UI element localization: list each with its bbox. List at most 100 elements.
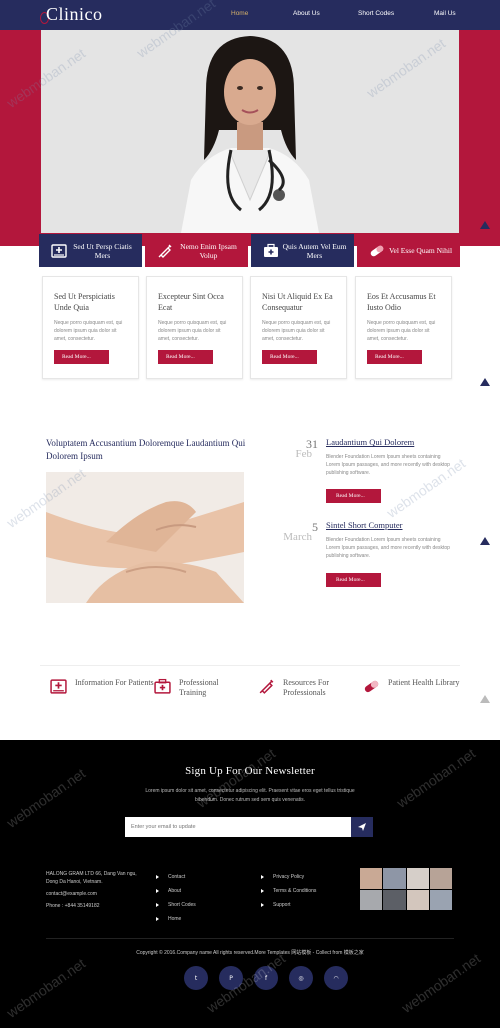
gallery-thumb[interactable] — [383, 868, 406, 889]
footer-link[interactable]: Terms & Conditions — [261, 884, 316, 898]
twitter-icon[interactable]: t — [184, 966, 208, 990]
service-card: Sed Ut Perspiciatis Unde Quia Neque porr… — [42, 276, 139, 379]
footer-link[interactable]: Support — [261, 898, 316, 912]
gallery-thumb[interactable] — [429, 889, 452, 910]
resource-item[interactable]: Patient Health Library — [363, 678, 460, 695]
gallery-thumb[interactable] — [383, 889, 406, 910]
event-desc: Blender Foundation Lorem Ipsum sheets co… — [326, 454, 450, 476]
gallery-thumb[interactable] — [406, 889, 429, 910]
arrow-right-icon — [261, 903, 264, 907]
read-more-button[interactable]: Read More... — [326, 573, 381, 587]
footer-links-col1: Contact About Short Codes Home — [156, 870, 196, 926]
arrow-right-icon — [156, 917, 159, 921]
gallery-thumb[interactable] — [360, 868, 383, 889]
address-line: HALONG GRAM LTD 66, Dang Van ngu, Dong D… — [46, 871, 137, 885]
footer-link[interactable]: Contact — [156, 870, 196, 884]
read-more-button[interactable]: Read More... — [326, 489, 381, 503]
feature-label: Sed Ut Persp Ciatis Mers — [73, 241, 132, 260]
feature-label: Quis Autem Vel Eum Mers — [282, 241, 347, 260]
scroll-top-icon[interactable] — [480, 221, 490, 229]
read-more-button[interactable]: Read More... — [158, 350, 213, 364]
event-title[interactable]: Sintel Short Computer — [326, 520, 403, 530]
event-month: March — [283, 531, 312, 543]
arrow-right-icon — [156, 889, 159, 893]
newsletter-email-input[interactable] — [125, 817, 351, 837]
dribbble-icon[interactable]: ◎ — [289, 966, 313, 990]
arrow-right-icon — [261, 889, 264, 893]
resource-label: Patient Health Library — [388, 678, 460, 687]
arrow-right-icon — [156, 875, 159, 879]
feature-label: Vel Esse Quam Nihil — [388, 246, 453, 255]
nav-short-codes[interactable]: Short Codes — [358, 10, 394, 17]
scroll-top-icon[interactable] — [480, 695, 490, 703]
nav-mail-us[interactable]: Mail Us — [434, 10, 456, 17]
pinterest-icon[interactable]: P — [219, 966, 243, 990]
nav-about-us[interactable]: About Us — [293, 10, 320, 17]
footer-link[interactable]: Privacy Policy — [261, 870, 316, 884]
event-desc: Blender Foundation Lorem Ipsum sheets co… — [326, 537, 450, 559]
card-title: Nisi Ut Aliquid Ex Ea Consequatur — [262, 292, 333, 312]
card-title: Excepteur Sint Occa Ecat — [158, 292, 224, 312]
card-title: Eos Et Accusamus Et Iusto Odio — [367, 292, 436, 312]
footer-divider — [46, 938, 454, 939]
resource-item[interactable]: Information For Patients — [50, 678, 155, 695]
gallery-thumb[interactable] — [406, 868, 429, 889]
newsletter-submit-button[interactable] — [351, 817, 373, 837]
service-card: Eos Et Accusamus Et Iusto Odio Neque por… — [355, 276, 452, 379]
about-title: Voluptatem Accusantium Doloremque Laudan… — [46, 438, 246, 461]
footer: Sign Up For Our Newsletter Lorem ipsum d… — [0, 740, 500, 1028]
top-header: Clinico Home About Us Short Codes Mail U… — [0, 0, 500, 30]
service-card: Excepteur Sint Occa Ecat Neque porro qui… — [146, 276, 243, 379]
medical-kit-icon — [264, 243, 278, 257]
read-more-button[interactable]: Read More... — [367, 350, 422, 364]
resource-label: Resources For Professionals — [283, 678, 329, 697]
read-more-button[interactable]: Read More... — [54, 350, 109, 364]
card-desc: Neque porro quisquam est, qui dolorem ip… — [367, 320, 436, 342]
resources-strip: Information For Patients Professional Tr… — [40, 665, 460, 707]
newsletter-desc: Lorem ipsum dolor sit amet, consectetur … — [145, 788, 355, 803]
event-month: Feb — [295, 448, 313, 460]
send-icon — [358, 823, 366, 831]
feature-box-1[interactable]: Sed Ut Persp Ciatis Mers — [39, 234, 142, 267]
footer-link[interactable]: Short Codes — [156, 898, 196, 912]
resource-label: Professional Training — [179, 678, 219, 697]
footer-phone: Phone : +844 35149182 — [46, 903, 100, 909]
site-logo[interactable]: Clinico — [46, 4, 103, 25]
gallery-thumb[interactable] — [360, 889, 383, 910]
footer-address: HALONG GRAM LTD 66, Dang Van ngu, Dong D… — [46, 870, 146, 914]
footer-link[interactable]: Home — [156, 912, 196, 926]
footer-link[interactable]: About — [156, 884, 196, 898]
about-hands-image — [46, 472, 244, 603]
rss-icon[interactable]: ◠ — [324, 966, 348, 990]
pill-icon — [364, 680, 379, 693]
feature-label: Nemo Enim Ipsam Volup — [180, 241, 237, 260]
scroll-top-icon[interactable] — [480, 378, 490, 386]
pill-icon — [370, 245, 384, 256]
event-title[interactable]: Laudantium Qui Dolorem — [326, 437, 414, 447]
hospital-bed-icon — [50, 679, 67, 694]
service-card: Nisi Ut Aliquid Ex Ea Consequatur Neque … — [250, 276, 347, 379]
nav-home[interactable]: Home — [231, 10, 248, 17]
feature-box-4[interactable]: Vel Esse Quam Nihil — [357, 234, 460, 267]
scroll-top-icon[interactable] — [480, 537, 490, 545]
footer-email[interactable]: contact@example.com — [46, 890, 146, 898]
arrow-right-icon — [261, 875, 264, 879]
card-desc: Neque porro quisquam est, qui dolorem ip… — [262, 320, 331, 342]
resource-item[interactable]: Professional Training — [154, 678, 239, 698]
feature-box-2[interactable]: Nemo Enim Ipsam Volup — [145, 234, 248, 267]
syringe-icon — [259, 679, 274, 694]
syringe-icon — [158, 244, 172, 258]
read-more-button[interactable]: Read More... — [262, 350, 317, 364]
arrow-right-icon — [156, 903, 159, 907]
hero-doctor-image — [41, 30, 459, 233]
newsletter-title: Sign Up For Our Newsletter — [185, 765, 315, 777]
gallery-thumb[interactable] — [429, 868, 452, 889]
card-desc: Neque porro quisquam est, qui dolorem ip… — [54, 320, 123, 342]
resource-label: Information For Patients — [75, 678, 154, 687]
copyright-text: Copyright © 2016.Company name All rights… — [136, 950, 364, 956]
resource-item[interactable]: Resources For Professionals — [258, 678, 355, 698]
feature-box-3[interactable]: Quis Autem Vel Eum Mers — [251, 234, 354, 267]
facebook-icon[interactable]: f — [254, 966, 278, 990]
card-title: Sed Ut Perspiciatis Unde Quia — [54, 292, 115, 312]
medical-kit-icon — [154, 678, 171, 694]
